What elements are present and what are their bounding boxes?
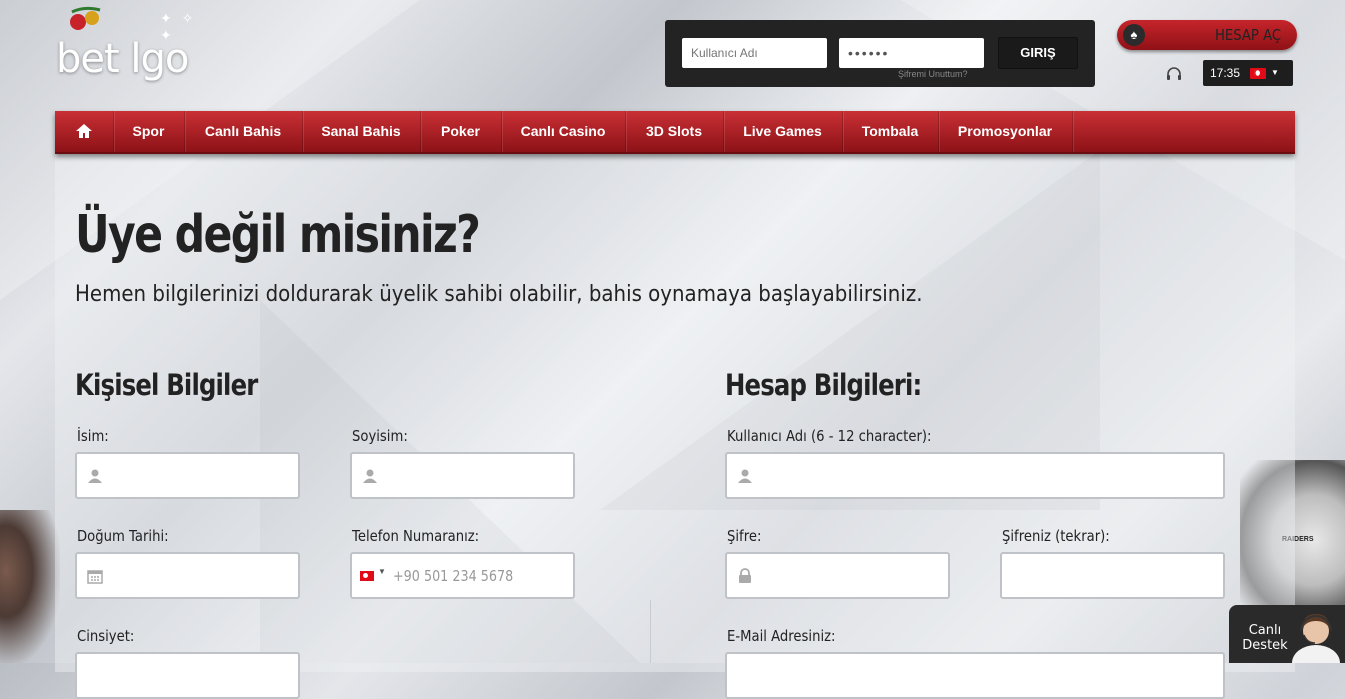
first-name-field[interactable] <box>75 452 300 499</box>
first-name-label: İsim: <box>77 427 109 445</box>
clock-time: 17:35 <box>1210 66 1241 80</box>
user-icon <box>738 469 752 483</box>
gender-select[interactable] <box>75 652 300 699</box>
live-support-line2: Destek <box>1242 638 1288 653</box>
nav-item-home[interactable] <box>55 111 114 152</box>
last-name-label: Soyisim: <box>352 427 408 445</box>
time-language-selector[interactable]: 17:35 ▼ <box>1203 60 1293 86</box>
live-support-label: Canlı Destek <box>1237 623 1293 653</box>
chevron-down-icon[interactable]: ▼ <box>378 567 386 576</box>
gender-label: Cinsiyet: <box>77 627 135 645</box>
lock-icon <box>739 568 751 583</box>
turkey-flag-icon <box>1250 68 1266 79</box>
register-username-field[interactable] <box>725 452 1225 499</box>
support-agent-avatar <box>1292 613 1340 663</box>
live-support-line1: Canlı <box>1248 623 1282 638</box>
nav-item-sanal-bahis[interactable]: Sanal Bahis <box>302 111 421 152</box>
email-field[interactable] <box>725 652 1225 699</box>
login-panel: GIRIŞ Şifremi Unuttum? <box>665 20 1095 87</box>
nav-item-tombala[interactable]: Tombala <box>842 111 939 152</box>
nav-item-canli-bahis[interactable]: Canlı Bahis <box>184 111 303 152</box>
last-name-field[interactable] <box>350 452 575 499</box>
athlete-image-left <box>0 510 60 663</box>
birth-date-label: Doğum Tarihi: <box>77 527 169 545</box>
nav-item-poker[interactable]: Poker <box>420 111 502 152</box>
column-divider <box>650 600 651 663</box>
calendar-icon <box>87 570 103 584</box>
nav-item-spor[interactable]: Spor <box>113 111 185 152</box>
live-support-widget[interactable]: Canlı Destek <box>1229 605 1345 663</box>
home-icon <box>76 124 92 138</box>
nav-item-promosyonlar[interactable]: Promosyonlar <box>938 111 1073 152</box>
personal-info-heading: Kişisel Bilgiler <box>75 368 258 402</box>
chevron-down-icon: ▼ <box>1271 68 1279 77</box>
password-repeat-field[interactable] <box>1000 552 1225 599</box>
user-icon <box>363 469 377 483</box>
password-input[interactable] <box>839 38 984 68</box>
forgot-password-link[interactable]: Şifremi Unuttum? <box>898 69 968 79</box>
page-title: Üye değil misiniz? <box>75 205 481 265</box>
main-navigation: Spor Canlı Bahis Sanal Bahis Poker Canlı… <box>55 111 1295 154</box>
phone-label: Telefon Numaranız: <box>352 527 480 545</box>
password-repeat-label: Şifreniz (tekrar): <box>1002 527 1110 545</box>
register-button[interactable]: ♠ HESAP AÇ <box>1117 20 1297 50</box>
logo-text: bet lgo <box>56 36 189 82</box>
phone-field[interactable]: ▼ +90 501 234 5678 <box>350 552 575 599</box>
headset-icon[interactable] <box>1166 66 1182 82</box>
password-label: Şifre: <box>727 527 762 545</box>
username-input[interactable] <box>682 38 827 68</box>
register-password-field[interactable] <box>725 552 950 599</box>
christmas-ornament-icon <box>70 6 101 30</box>
spade-icon: ♠ <box>1123 24 1145 46</box>
page-subtitle: Hemen bilgilerinizi doldurarak üyelik sa… <box>75 282 923 307</box>
username-label: Kullanıcı Adı (6 - 12 character): <box>727 427 932 445</box>
phone-placeholder: +90 501 234 5678 <box>393 567 514 585</box>
register-label: HESAP AÇ <box>1215 26 1282 44</box>
nav-item-canli-casino[interactable]: Canlı Casino <box>501 111 626 152</box>
nav-item-3d-slots[interactable]: 3D Slots <box>625 111 724 152</box>
email-label: E-Mail Adresiniz: <box>727 627 836 645</box>
nav-item-live-games[interactable]: Live Games <box>723 111 843 152</box>
site-logo[interactable]: ✦ ✧ ✦ bet lgo <box>56 6 216 82</box>
birth-date-field[interactable] <box>75 552 300 599</box>
user-icon <box>88 469 102 483</box>
turkey-flag-icon <box>360 571 374 581</box>
account-info-heading: Hesap Bilgileri: <box>725 368 922 402</box>
login-button[interactable]: GIRIŞ <box>998 37 1078 69</box>
